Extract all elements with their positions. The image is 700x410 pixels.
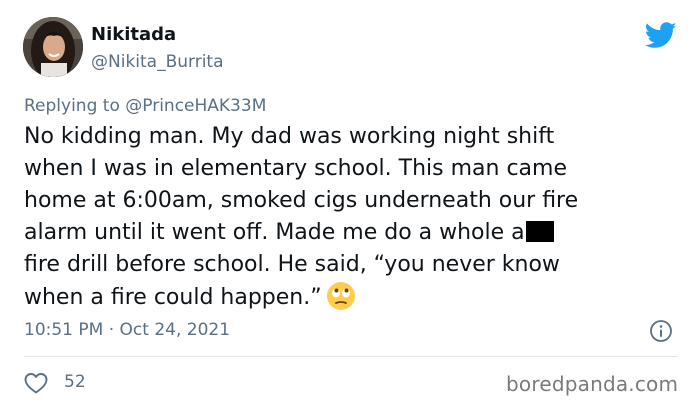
tweet-line: fire drill before school. He said, “you … bbox=[24, 252, 560, 277]
reply-mention-link[interactable]: @PrinceHAK33M bbox=[125, 96, 266, 116]
tweet-line-with-emoji: when a fire could happen.” bbox=[24, 281, 684, 314]
author-display-name[interactable]: Nikitada bbox=[91, 24, 176, 45]
heart-icon[interactable] bbox=[24, 372, 48, 394]
author-handle[interactable]: @Nikita_Burrita bbox=[91, 52, 224, 72]
tweet-line: when a fire could happen.” bbox=[24, 285, 322, 310]
avatar[interactable] bbox=[23, 17, 83, 77]
info-icon[interactable] bbox=[649, 319, 673, 343]
divider bbox=[24, 356, 678, 357]
rolling-eyes-emoji-icon bbox=[326, 282, 355, 310]
tweet-line: home at 6:00am, smoked cigs underneath o… bbox=[24, 188, 579, 213]
timestamp-date: Oct 24, 2021 bbox=[119, 320, 231, 340]
tweet-text: No kidding man. My dad was working night… bbox=[24, 121, 684, 314]
watermark: boredpanda.com bbox=[506, 372, 679, 396]
timestamp-time: 10:51 PM bbox=[24, 320, 104, 340]
timestamp-separator: · bbox=[108, 320, 115, 340]
tweet-line: when I was in elementary school. This ma… bbox=[24, 156, 567, 181]
reply-prefix: Replying to bbox=[24, 96, 120, 116]
twitter-bird-icon[interactable] bbox=[645, 22, 677, 49]
redaction-box bbox=[525, 221, 554, 242]
tweet-timestamp[interactable]: 10:51 PM · Oct 24, 2021 bbox=[24, 320, 230, 340]
tweet-line: No kidding man. My dad was working night… bbox=[24, 124, 555, 149]
reply-context: Replying to @PrinceHAK33M bbox=[24, 96, 266, 116]
tweet-line: alarm until it went off. Made me do a wh… bbox=[24, 220, 525, 245]
tweet-line-with-redaction: alarm until it went off. Made me do a wh… bbox=[24, 217, 684, 249]
like-count: 52 bbox=[64, 372, 86, 392]
